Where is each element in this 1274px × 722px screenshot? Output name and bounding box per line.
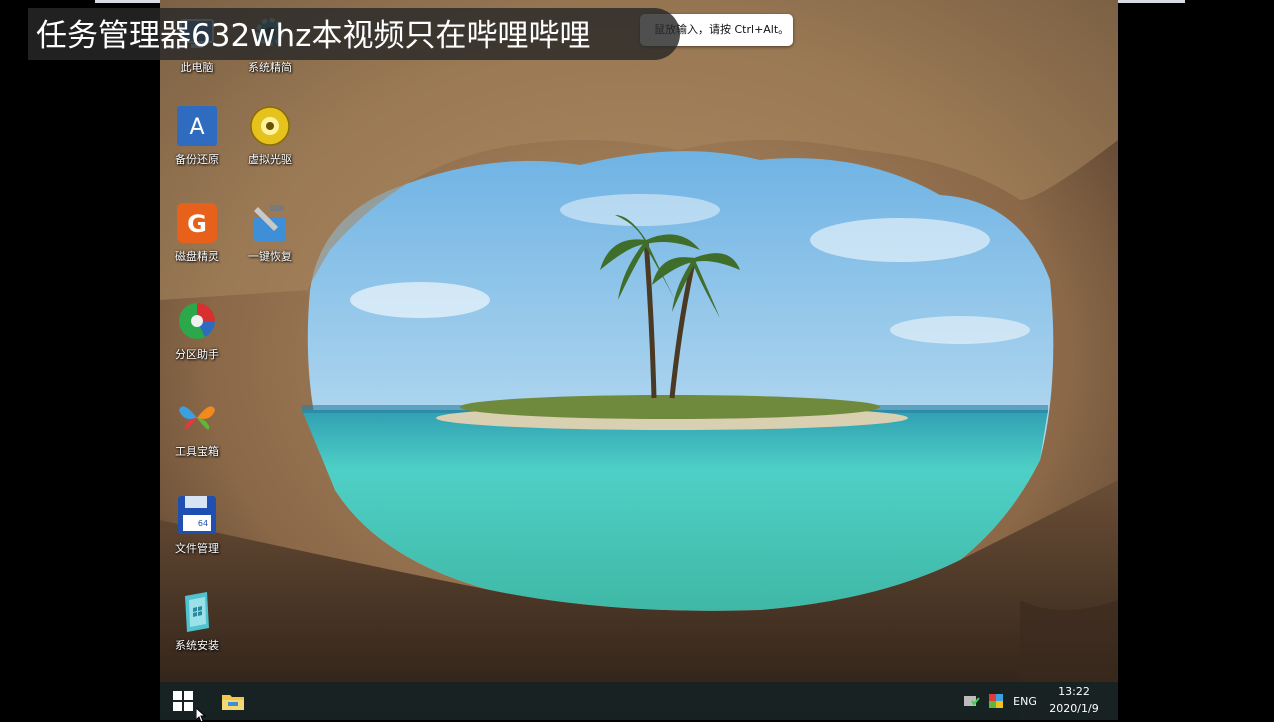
floppy-disk-icon: 64 — [175, 493, 219, 537]
partition-assistant-icon — [175, 299, 219, 343]
taskbar: ENG 13:22 2020/1/9 — [160, 682, 1118, 720]
language-indicator[interactable]: ENG — [1010, 682, 1040, 720]
backup-restore-icon: A — [175, 104, 219, 148]
desktop-icon-virtual-cd[interactable]: 虚拟光驱 — [233, 104, 307, 167]
desktop-icon-partition-assistant[interactable]: 分区助手 — [160, 299, 234, 362]
desktop-icon-label: 分区助手 — [175, 348, 219, 361]
security-shield-icon[interactable] — [962, 682, 982, 720]
desktop-icon-toolbox[interactable]: 工具宝箱 — [160, 396, 234, 459]
system-clock[interactable]: 13:22 2020/1/9 — [1040, 683, 1108, 717]
diskgenius-icon: G — [175, 201, 219, 245]
file-explorer-taskbar-button[interactable] — [214, 682, 252, 720]
windows-logo-icon — [173, 691, 193, 711]
watermark-banner-text: 任务管理器632whz本视频只在哔哩哔哩 — [36, 18, 591, 54]
file-explorer-icon — [222, 695, 244, 710]
virtual-cd-icon — [248, 104, 292, 148]
one-key-restore-icon — [248, 201, 292, 245]
desktop-icon-label: 系统安装 — [175, 639, 219, 652]
desktop-icon-label: 系统精简 — [248, 61, 292, 74]
desktop-icon-one-key-restore[interactable]: 一键恢复 — [233, 201, 307, 264]
desktop-icon-backup-restore[interactable]: A 备份还原 — [160, 104, 234, 167]
desktop-icon-label: 工具宝箱 — [175, 445, 219, 458]
toolbox-icon — [175, 396, 219, 440]
desktop-icon-label: 磁盘精灵 — [175, 250, 219, 263]
clock-time: 13:22 — [1058, 685, 1090, 698]
desktop-icon-label: 一键恢复 — [248, 250, 292, 263]
desktop-icon-label: 备份还原 — [175, 153, 219, 166]
svg-text:64: 64 — [198, 519, 208, 528]
desktop-screen: 此电脑 系统精简 A 备份还原 虚拟光驱 G 磁盘精灵 一键恢复 分区助手 工具… — [160, 0, 1118, 720]
desktop-icon-diskgenius[interactable]: G 磁盘精灵 — [160, 201, 234, 264]
desktop-icon-label: 文件管理 — [175, 542, 219, 555]
system-install-icon — [175, 590, 219, 634]
display-color-icon[interactable] — [986, 682, 1006, 720]
desktop-icon-system-install[interactable]: 系统安装 — [160, 590, 234, 653]
desktop-icon-label: 此电脑 — [180, 61, 214, 74]
desktop-icon-file-manager[interactable]: 64 文件管理 — [160, 493, 234, 556]
desktop-icon-label: 虚拟光驱 — [248, 153, 292, 166]
system-tray: ENG 13:22 2020/1/9 — [958, 682, 1118, 720]
svg-text:A: A — [189, 115, 204, 140]
svg-text:G: G — [187, 210, 207, 238]
clock-date: 2020/1/9 — [1049, 702, 1099, 715]
